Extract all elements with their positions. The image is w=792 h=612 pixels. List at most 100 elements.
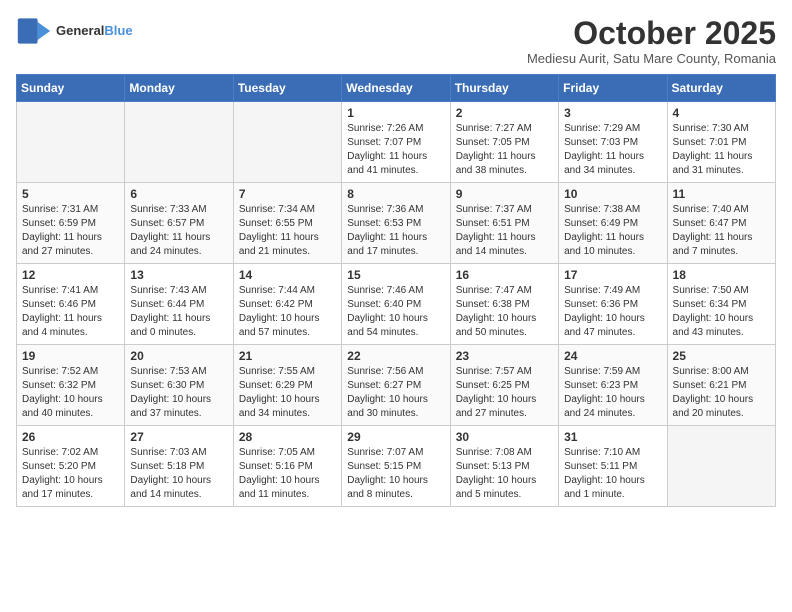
day-number: 9 <box>456 187 553 201</box>
calendar-week-2: 5 Sunrise: 7:31 AM Sunset: 6:59 PM Daylig… <box>17 183 776 264</box>
logo-general: GeneralBlue <box>56 22 133 40</box>
column-header-sunday: Sunday <box>17 75 125 102</box>
calendar-week-3: 12 Sunrise: 7:41 AM Sunset: 6:46 PM Dayli… <box>17 264 776 345</box>
calendar-cell: 20 Sunrise: 7:53 AM Sunset: 6:30 PM Dayli… <box>125 345 233 426</box>
day-info: Sunrise: 7:52 AM Sunset: 6:32 PM Dayligh… <box>22 365 119 421</box>
day-info: Sunrise: 7:49 AM Sunset: 6:36 PM Dayligh… <box>564 284 661 340</box>
calendar-cell: 10 Sunrise: 7:38 AM Sunset: 6:49 PM Dayli… <box>559 183 667 264</box>
calendar-cell: 3 Sunrise: 7:29 AM Sunset: 7:03 PM Daylig… <box>559 102 667 183</box>
day-number: 18 <box>673 268 770 282</box>
day-info: Sunrise: 7:38 AM Sunset: 6:49 PM Dayligh… <box>564 203 661 259</box>
calendar-week-1: 1Sunrise: 7:26 AM Sunset: 7:07 PM Daylig… <box>17 102 776 183</box>
day-info: Sunrise: 7:40 AM Sunset: 6:47 PM Dayligh… <box>673 203 770 259</box>
day-number: 4 <box>673 106 770 120</box>
day-number: 7 <box>239 187 336 201</box>
day-number: 17 <box>564 268 661 282</box>
day-number: 19 <box>22 349 119 363</box>
day-info: Sunrise: 7:46 AM Sunset: 6:40 PM Dayligh… <box>347 284 444 340</box>
calendar-cell <box>125 102 233 183</box>
day-number: 21 <box>239 349 336 363</box>
day-info: Sunrise: 7:33 AM Sunset: 6:57 PM Dayligh… <box>130 203 227 259</box>
day-number: 11 <box>673 187 770 201</box>
day-info: Sunrise: 7:59 AM Sunset: 6:23 PM Dayligh… <box>564 365 661 421</box>
calendar-cell: 6Sunrise: 7:33 AM Sunset: 6:57 PM Daylig… <box>125 183 233 264</box>
day-info: Sunrise: 7:03 AM Sunset: 5:18 PM Dayligh… <box>130 446 227 502</box>
calendar-cell: 2 Sunrise: 7:27 AM Sunset: 7:05 PM Daylig… <box>450 102 558 183</box>
day-number: 12 <box>22 268 119 282</box>
day-number: 23 <box>456 349 553 363</box>
calendar-cell <box>667 426 775 507</box>
day-info: Sunrise: 7:37 AM Sunset: 6:51 PM Dayligh… <box>456 203 553 259</box>
day-info: Sunrise: 7:56 AM Sunset: 6:27 PM Dayligh… <box>347 365 444 421</box>
calendar-cell: 25 Sunrise: 8:00 AM Sunset: 6:21 PM Dayli… <box>667 345 775 426</box>
calendar-cell: 29 Sunrise: 7:07 AM Sunset: 5:15 PM Dayli… <box>342 426 450 507</box>
day-number: 13 <box>130 268 227 282</box>
day-info: Sunrise: 7:57 AM Sunset: 6:25 PM Dayligh… <box>456 365 553 421</box>
calendar-cell: 23 Sunrise: 7:57 AM Sunset: 6:25 PM Dayli… <box>450 345 558 426</box>
title-block: October 2025 Mediesu Aurit, Satu Mare Co… <box>527 16 776 66</box>
day-number: 29 <box>347 430 444 444</box>
day-number: 2 <box>456 106 553 120</box>
day-info: Sunrise: 7:43 AM Sunset: 6:44 PM Dayligh… <box>130 284 227 340</box>
column-header-monday: Monday <box>125 75 233 102</box>
day-number: 20 <box>130 349 227 363</box>
calendar-cell: 24 Sunrise: 7:59 AM Sunset: 6:23 PM Dayli… <box>559 345 667 426</box>
day-info: Sunrise: 7:05 AM Sunset: 5:16 PM Dayligh… <box>239 446 336 502</box>
day-number: 5 <box>22 187 119 201</box>
day-number: 24 <box>564 349 661 363</box>
calendar-cell: 17 Sunrise: 7:49 AM Sunset: 6:36 PM Dayli… <box>559 264 667 345</box>
calendar-cell: 22 Sunrise: 7:56 AM Sunset: 6:27 PM Dayli… <box>342 345 450 426</box>
day-info: Sunrise: 7:50 AM Sunset: 6:34 PM Dayligh… <box>673 284 770 340</box>
column-header-thursday: Thursday <box>450 75 558 102</box>
calendar-cell: 9 Sunrise: 7:37 AM Sunset: 6:51 PM Daylig… <box>450 183 558 264</box>
day-number: 10 <box>564 187 661 201</box>
day-info: Sunrise: 7:02 AM Sunset: 5:20 PM Dayligh… <box>22 446 119 502</box>
day-number: 22 <box>347 349 444 363</box>
day-info: Sunrise: 7:47 AM Sunset: 6:38 PM Dayligh… <box>456 284 553 340</box>
calendar-cell: 15 Sunrise: 7:46 AM Sunset: 6:40 PM Dayli… <box>342 264 450 345</box>
calendar-cell: 14 Sunrise: 7:44 AM Sunset: 6:42 PM Dayli… <box>233 264 341 345</box>
month-title: October 2025 <box>527 16 776 51</box>
calendar-week-4: 19 Sunrise: 7:52 AM Sunset: 6:32 PM Dayli… <box>17 345 776 426</box>
day-info: Sunrise: 7:55 AM Sunset: 6:29 PM Dayligh… <box>239 365 336 421</box>
day-info: Sunrise: 8:00 AM Sunset: 6:21 PM Dayligh… <box>673 365 770 421</box>
day-info: Sunrise: 7:07 AM Sunset: 5:15 PM Dayligh… <box>347 446 444 502</box>
day-number: 8 <box>347 187 444 201</box>
calendar-header-row: SundayMondayTuesdayWednesdayThursdayFrid… <box>17 75 776 102</box>
day-number: 28 <box>239 430 336 444</box>
day-info: Sunrise: 7:44 AM Sunset: 6:42 PM Dayligh… <box>239 284 336 340</box>
calendar-cell: 13 Sunrise: 7:43 AM Sunset: 6:44 PM Dayli… <box>125 264 233 345</box>
column-header-wednesday: Wednesday <box>342 75 450 102</box>
day-number: 27 <box>130 430 227 444</box>
calendar-cell: 27 Sunrise: 7:03 AM Sunset: 5:18 PM Dayli… <box>125 426 233 507</box>
calendar-cell: 19 Sunrise: 7:52 AM Sunset: 6:32 PM Dayli… <box>17 345 125 426</box>
day-info: Sunrise: 7:53 AM Sunset: 6:30 PM Dayligh… <box>130 365 227 421</box>
day-number: 14 <box>239 268 336 282</box>
calendar-cell <box>233 102 341 183</box>
column-header-saturday: Saturday <box>667 75 775 102</box>
day-info: Sunrise: 7:34 AM Sunset: 6:55 PM Dayligh… <box>239 203 336 259</box>
day-info: Sunrise: 7:29 AM Sunset: 7:03 PM Dayligh… <box>564 122 661 178</box>
column-header-friday: Friday <box>559 75 667 102</box>
day-number: 3 <box>564 106 661 120</box>
day-info: Sunrise: 7:26 AM Sunset: 7:07 PM Dayligh… <box>347 122 444 178</box>
day-info: Sunrise: 7:27 AM Sunset: 7:05 PM Dayligh… <box>456 122 553 178</box>
calendar-table: SundayMondayTuesdayWednesdayThursdayFrid… <box>16 74 776 507</box>
day-number: 26 <box>22 430 119 444</box>
day-info: Sunrise: 7:41 AM Sunset: 6:46 PM Dayligh… <box>22 284 119 340</box>
calendar-cell: 4 Sunrise: 7:30 AM Sunset: 7:01 PM Daylig… <box>667 102 775 183</box>
day-info: Sunrise: 7:31 AM Sunset: 6:59 PM Dayligh… <box>22 203 119 259</box>
calendar-cell: 31Sunrise: 7:10 AM Sunset: 5:11 PM Dayli… <box>559 426 667 507</box>
day-number: 25 <box>673 349 770 363</box>
calendar-cell: 28 Sunrise: 7:05 AM Sunset: 5:16 PM Dayli… <box>233 426 341 507</box>
calendar-cell: 16Sunrise: 7:47 AM Sunset: 6:38 PM Dayli… <box>450 264 558 345</box>
calendar-cell: 8Sunrise: 7:36 AM Sunset: 6:53 PM Daylig… <box>342 183 450 264</box>
logo-icon <box>16 16 52 46</box>
location-subtitle: Mediesu Aurit, Satu Mare County, Romania <box>527 51 776 66</box>
calendar-cell: 30Sunrise: 7:08 AM Sunset: 5:13 PM Dayli… <box>450 426 558 507</box>
day-info: Sunrise: 7:30 AM Sunset: 7:01 PM Dayligh… <box>673 122 770 178</box>
calendar-cell: 26 Sunrise: 7:02 AM Sunset: 5:20 PM Dayli… <box>17 426 125 507</box>
calendar-cell: 11 Sunrise: 7:40 AM Sunset: 6:47 PM Dayli… <box>667 183 775 264</box>
day-number: 15 <box>347 268 444 282</box>
calendar-cell: 1Sunrise: 7:26 AM Sunset: 7:07 PM Daylig… <box>342 102 450 183</box>
